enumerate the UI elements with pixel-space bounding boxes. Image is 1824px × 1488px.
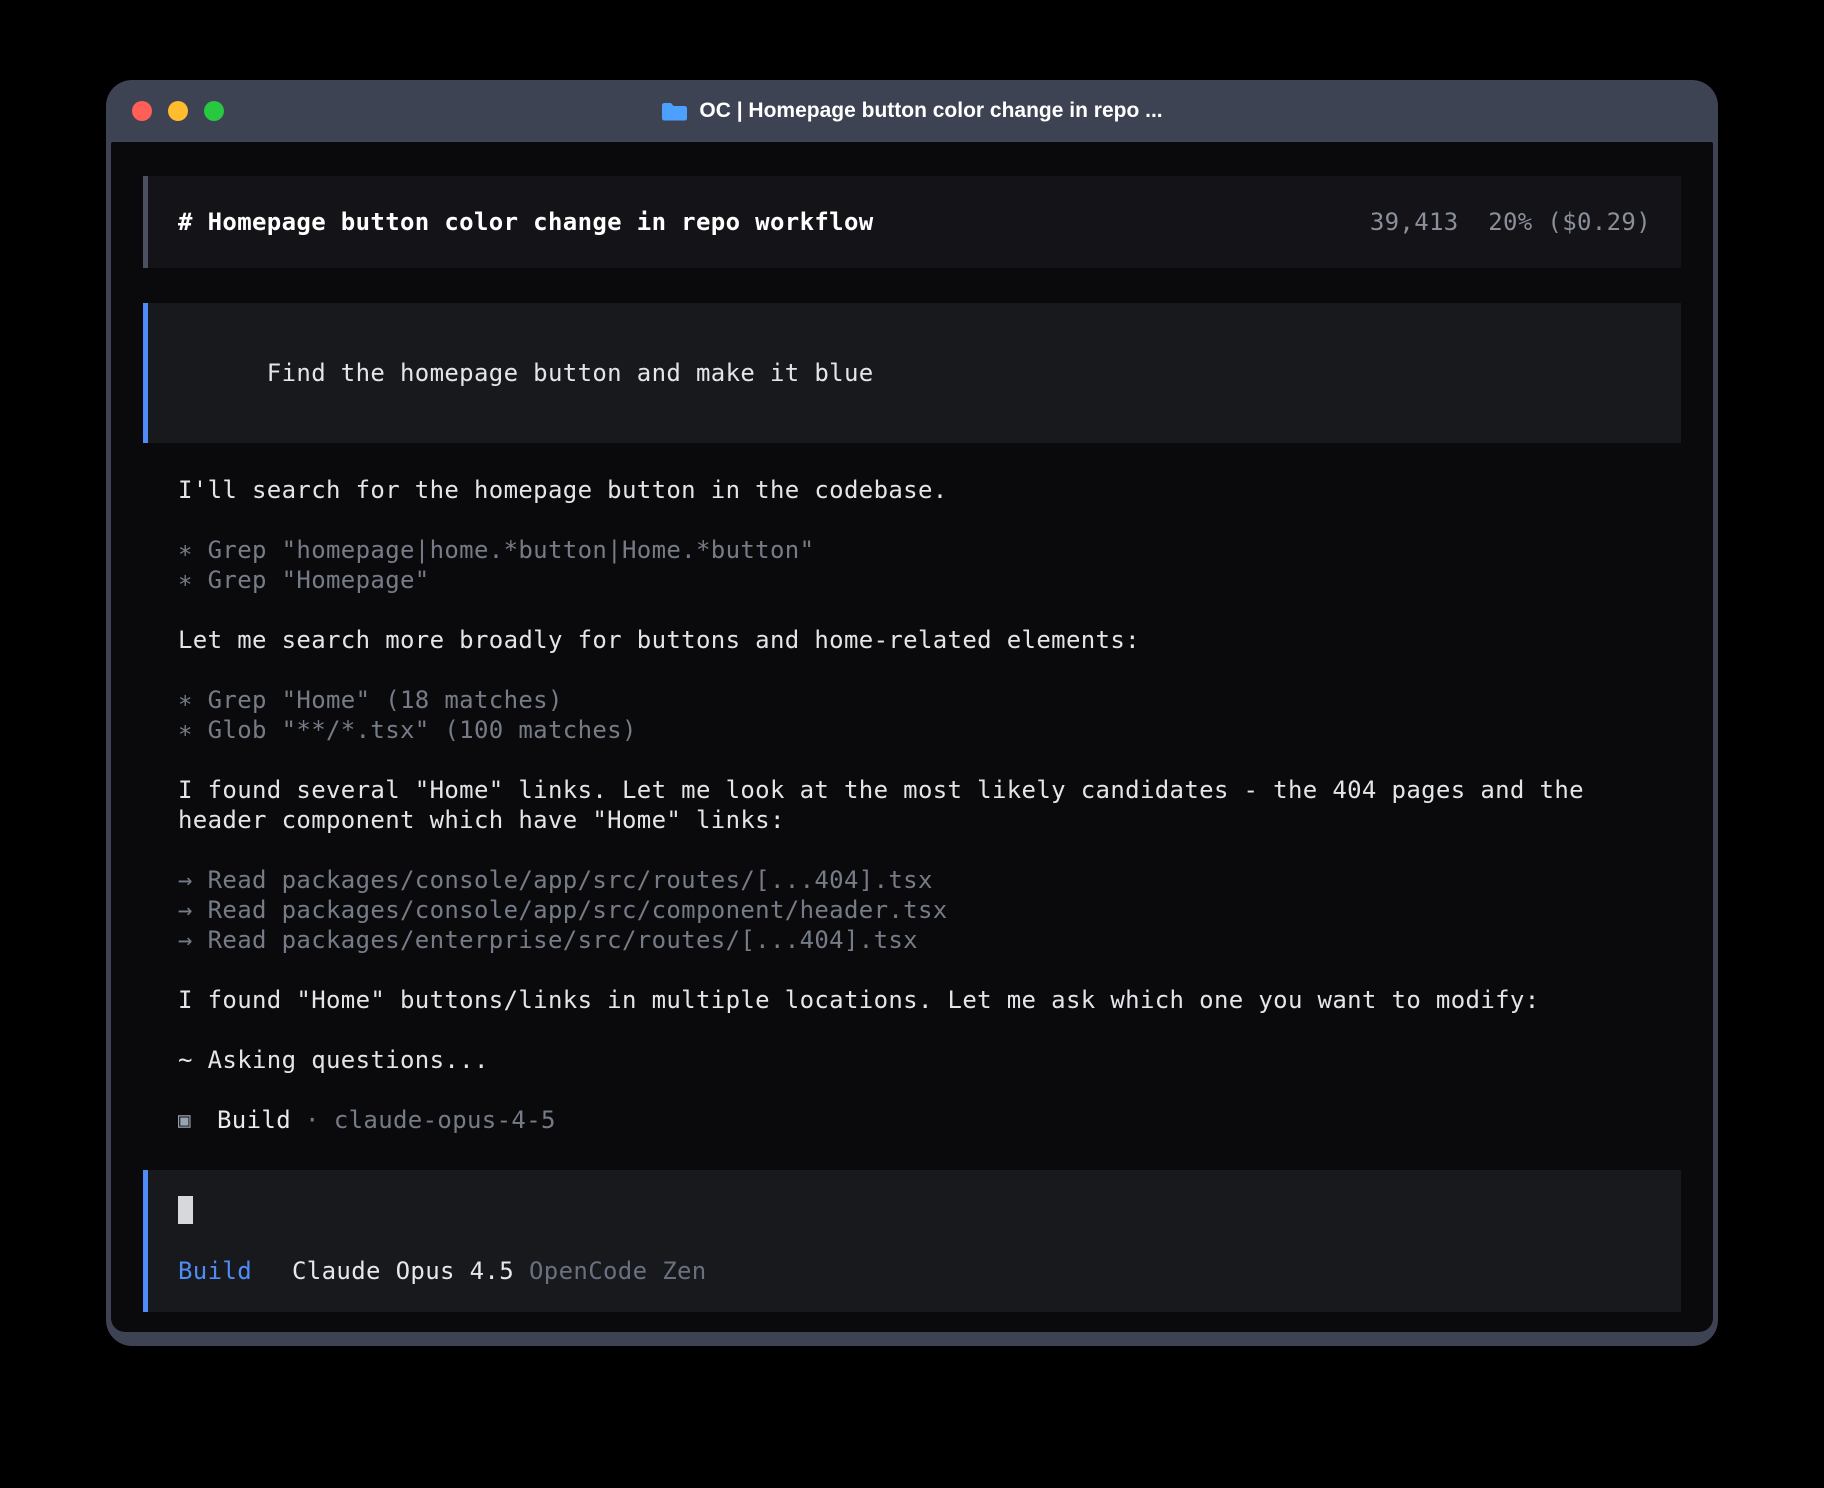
user-message: Find the homepage button and make it blu…	[143, 303, 1681, 443]
shortcut-variants: ctrl+t variants	[805, 1312, 1085, 1332]
terminal-window: OC | Homepage button color change in rep…	[106, 80, 1718, 1346]
window-title-text: OC | Homepage button color change in rep…	[699, 99, 1162, 123]
status-bar: esc interrupt ctrl+t variants tab agents…	[143, 1312, 1681, 1332]
tool-call-line: ∗ Grep "Homepage"	[178, 565, 1681, 595]
agent-model-name: claude-opus-4-5	[334, 1105, 556, 1135]
shortcut-commands: ctrl+p commands	[1401, 1312, 1681, 1332]
traffic-lights	[132, 80, 224, 142]
assistant-text-line: I found "Home" buttons/links in multiple…	[178, 985, 1681, 1015]
minimize-window-button[interactable]	[168, 101, 188, 121]
text-cursor	[178, 1196, 193, 1224]
window-title: OC | Homepage button color change in rep…	[661, 99, 1162, 123]
assistant-text-line: I'll search for the homepage button in t…	[178, 475, 1681, 505]
tool-call-line: ∗ Glob "**/*.tsx" (100 matches)	[178, 715, 1681, 745]
agent-name: Build	[217, 1105, 291, 1135]
model-selector[interactable]: Claude Opus 4.5	[292, 1256, 514, 1286]
agent-separator: ·	[305, 1105, 320, 1135]
tool-call-line: ∗ Grep "Home" (18 matches)	[178, 685, 1681, 715]
status-line: ~ Asking questions...	[178, 1045, 1681, 1075]
tool-call-line: → Read packages/console/app/src/componen…	[178, 895, 1681, 925]
tool-call-line: → Read packages/enterprise/src/routes/[.…	[178, 925, 1681, 955]
zoom-window-button[interactable]	[204, 101, 224, 121]
terminal-content: # Homepage button color change in repo w…	[111, 142, 1713, 1332]
session-header: # Homepage button color change in repo w…	[143, 176, 1681, 268]
prompt-meta: Build Claude Opus 4.5 OpenCode Zen	[178, 1256, 1651, 1286]
agent-status-line: ▣ Build · claude-opus-4-5	[178, 1105, 1681, 1135]
prompt-input[interactable]: Build Claude Opus 4.5 OpenCode Zen	[143, 1170, 1681, 1312]
shortcut-hints: ctrl+t variants tab agents ctrl+p comman…	[805, 1312, 1681, 1332]
tool-call-line: ∗ Grep "homepage|home.*button|Home.*butt…	[178, 535, 1681, 565]
assistant-transcript: I'll search for the homepage button in t…	[178, 475, 1681, 1135]
titlebar: OC | Homepage button color change in rep…	[106, 80, 1718, 142]
agent-icon: ▣	[178, 1105, 191, 1135]
assistant-text-line: Let me search more broadly for buttons a…	[178, 625, 1681, 655]
assistant-text-line: I found several "Home" links. Let me loo…	[178, 775, 1681, 835]
close-window-button[interactable]	[132, 101, 152, 121]
mode-selector[interactable]: Build	[178, 1256, 252, 1286]
tool-call-line: → Read packages/console/app/src/routes/[…	[178, 865, 1681, 895]
interrupt-shortcut: esc interrupt	[294, 1312, 560, 1332]
user-message-text: Find the homepage button and make it blu…	[267, 359, 874, 387]
shortcut-agents: tab agents	[1118, 1312, 1369, 1332]
provider-label: OpenCode Zen	[529, 1256, 707, 1286]
session-token-stats: 39,413 20% ($0.29)	[1370, 207, 1651, 237]
session-title: # Homepage button color change in repo w…	[178, 207, 874, 237]
folder-icon	[661, 101, 688, 122]
